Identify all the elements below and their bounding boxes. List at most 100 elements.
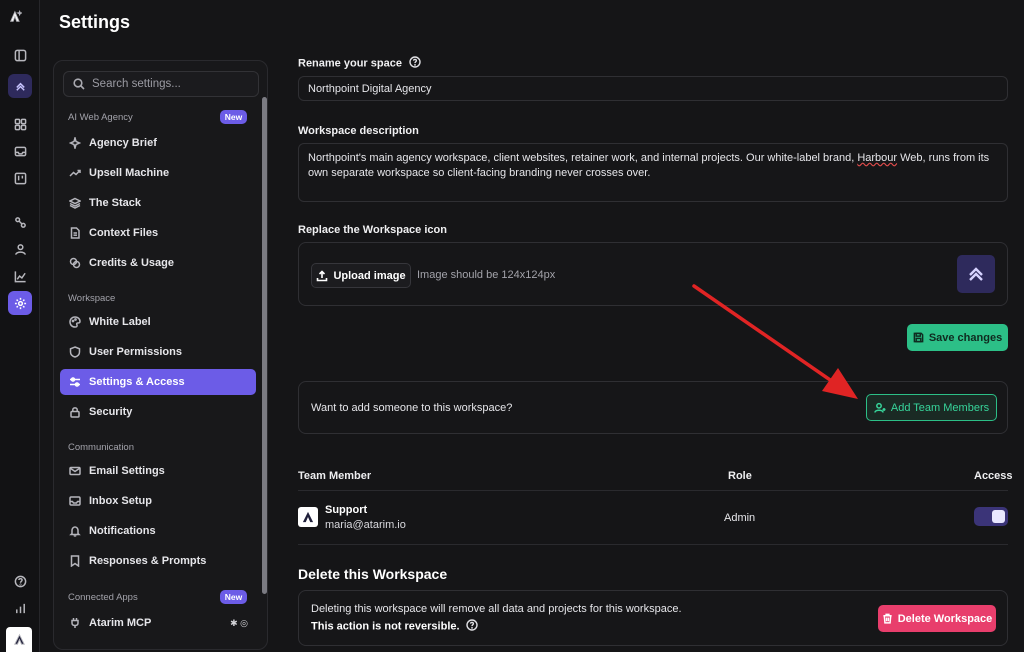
delete-workspace-label: Delete Workspace — [897, 612, 993, 625]
nav-item-white-label[interactable]: White Label — [60, 309, 256, 335]
nav-label: Context Files — [89, 227, 159, 239]
user-icon[interactable] — [8, 237, 32, 261]
inbox-icon — [69, 496, 81, 506]
workspace-icon-preview — [957, 255, 995, 293]
save-changes-label: Save changes — [928, 331, 1003, 344]
add-team-members-button[interactable]: Add Team Members — [866, 394, 997, 421]
layers-icon — [69, 197, 81, 209]
column-header-role: Role — [728, 470, 752, 482]
search-box[interactable] — [63, 71, 259, 97]
table-divider — [298, 490, 1008, 491]
stats-icon[interactable] — [8, 596, 32, 620]
file-icon — [70, 227, 80, 239]
integrations-icon[interactable] — [8, 210, 32, 234]
nav-item-settings-access[interactable]: Settings & Access — [60, 369, 256, 395]
add-team-members-label: Add Team Members — [890, 401, 990, 414]
rename-label: Rename your space — [298, 56, 421, 71]
description-misspelled-word: Harbour — [857, 152, 898, 164]
account-logo-icon[interactable] — [6, 627, 32, 652]
nav-item-email-settings[interactable]: Email Settings — [60, 458, 256, 484]
palette-icon — [69, 316, 81, 328]
nav-label: Notifications — [89, 525, 156, 537]
help-icon[interactable] — [8, 569, 32, 593]
help-icon[interactable] — [409, 56, 421, 71]
column-header-access: Access — [974, 470, 1013, 482]
new-badge: New — [220, 110, 247, 124]
coins-icon — [69, 257, 81, 269]
workspace-description-textarea[interactable]: Northpoint's main agency workspace, clie… — [298, 143, 1008, 202]
app-rail — [0, 0, 40, 652]
sparkles-icon — [69, 137, 81, 149]
workspace-brand-icon[interactable] — [8, 74, 32, 98]
atarim-logo-icon — [302, 511, 314, 523]
section-label-connected-apps: Connected Apps — [68, 592, 138, 603]
trash-icon — [883, 613, 892, 624]
delete-section-title: Delete this Workspace — [298, 566, 448, 582]
inbox-icon[interactable] — [8, 139, 32, 163]
upload-hint: Image should be 124x124px — [417, 269, 556, 281]
settings-icon[interactable] — [8, 291, 32, 315]
save-changes-button[interactable]: Save changes — [907, 324, 1008, 351]
nav-label: Responses & Prompts — [89, 555, 207, 567]
description-text-1: Northpoint's main agency workspace, clie… — [308, 152, 858, 164]
nav-label: The Stack — [89, 197, 141, 209]
nav-item-upsell-machine[interactable]: Upsell Machine — [60, 160, 256, 186]
workspace-icon-uploader: Upload image Image should be 124x124px — [298, 242, 1008, 306]
analytics-icon[interactable] — [8, 264, 32, 288]
nav-item-context-files[interactable]: Context Files — [60, 220, 256, 246]
plug-icon — [71, 618, 79, 628]
nav-item-agency-brief[interactable]: Agency Brief — [60, 130, 256, 156]
bell-icon — [69, 526, 81, 537]
nav-item-credits-usage[interactable]: Credits & Usage — [60, 250, 256, 276]
workspace-name-input[interactable]: Northpoint Digital Agency — [298, 76, 1008, 101]
search-icon — [73, 78, 85, 90]
nav-label: White Label — [89, 316, 151, 328]
dashboard-grid-icon[interactable] — [8, 112, 32, 136]
chevrons-up-icon — [969, 267, 983, 281]
icon-label: Replace the Workspace icon — [298, 224, 447, 236]
search-input[interactable] — [92, 78, 242, 90]
trend-icon — [69, 169, 81, 177]
nav-item-inbox-setup[interactable]: Inbox Setup — [60, 488, 256, 514]
help-icon[interactable] — [465, 619, 478, 634]
invite-panel: Want to add someone to this workspace? A… — [298, 381, 1008, 434]
settings-nav-panel: AI Web Agency New Agency Brief Upsell Ma… — [53, 60, 268, 650]
toggle-knob — [992, 510, 1005, 523]
nav-item-responses-prompts[interactable]: Responses & Prompts — [60, 548, 256, 574]
nav-item-user-permissions[interactable]: User Permissions — [60, 339, 256, 365]
nav-label: Atarim MCP — [89, 617, 152, 629]
nav-item-atarim-mcp[interactable]: Atarim MCP ✱ ◎ — [60, 610, 256, 636]
nav-label: Agency Brief — [89, 137, 157, 149]
page-title: Settings — [59, 12, 131, 32]
nav-item-the-stack[interactable]: The Stack — [60, 190, 256, 216]
access-toggle[interactable] — [974, 507, 1008, 526]
save-icon — [913, 332, 924, 343]
section-label-communication: Communication — [68, 442, 134, 453]
new-badge: New — [220, 590, 247, 604]
delete-panel: Deleting this workspace will remove all … — [298, 590, 1008, 646]
nav-item-notifications[interactable]: Notifications — [60, 518, 256, 544]
section-label-ai-web-agency: AI Web Agency — [68, 112, 133, 123]
mail-icon — [69, 466, 81, 476]
upload-image-button[interactable]: Upload image — [311, 263, 411, 288]
nav-item-security[interactable]: Security — [60, 399, 256, 425]
column-header-team-member: Team Member — [298, 470, 372, 482]
delete-warning: Deleting this workspace will remove all … — [311, 603, 682, 615]
table-divider — [298, 544, 1008, 545]
upload-image-label: Upload image — [333, 269, 406, 282]
scrollbar[interactable] — [262, 97, 267, 594]
nav-label: Credits & Usage — [89, 257, 174, 269]
invite-prompt: Want to add someone to this workspace? — [311, 402, 513, 414]
delete-workspace-button[interactable]: Delete Workspace — [878, 605, 996, 632]
sliders-icon — [70, 377, 80, 387]
logo-icon[interactable] — [9, 9, 31, 32]
description-label: Workspace description — [298, 125, 419, 137]
nav-label: User Permissions — [89, 346, 182, 358]
nav-label: Email Settings — [89, 465, 165, 477]
lock-icon — [70, 407, 80, 418]
rename-label-text: Rename your space — [298, 57, 402, 70]
board-icon[interactable] — [8, 166, 32, 190]
nav-label: Inbox Setup — [89, 495, 152, 507]
sidebar-toggle-icon[interactable] — [8, 43, 32, 67]
nav-label: Security — [89, 406, 133, 418]
